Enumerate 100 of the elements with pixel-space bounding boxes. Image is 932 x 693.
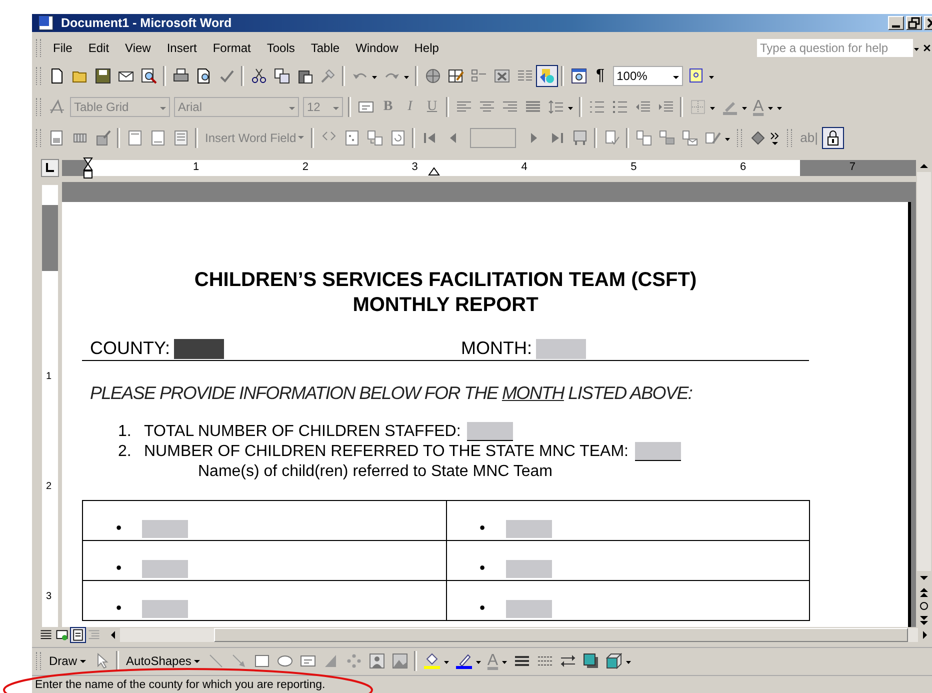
bullet: • — [115, 520, 123, 538]
list-icon[interactable] — [172, 130, 188, 146]
minimize-icon — [892, 24, 900, 28]
page-icon[interactable] — [344, 130, 360, 146]
print-layout-icon — [71, 628, 85, 642]
form-field[interactable] — [506, 560, 552, 578]
zoom-dropdown[interactable]: 100% — [612, 66, 683, 86]
autoshapes-menu-button[interactable]: AutoShapes — [126, 654, 200, 668]
spreadsheet-icon[interactable] — [494, 68, 510, 84]
menu-item[interactable]: Insert — [158, 40, 205, 55]
header-icon[interactable] — [126, 130, 142, 146]
clipboard-icon[interactable] — [296, 68, 312, 84]
form-field[interactable] — [506, 520, 552, 538]
find-record-icon[interactable] — [572, 130, 588, 146]
fill-color-icon[interactable] — [424, 653, 440, 670]
form-pencil-icon[interactable] — [94, 130, 110, 146]
drawing-toggle-button[interactable] — [536, 65, 558, 88]
caret-icon — [194, 660, 200, 663]
form-document-icon[interactable] — [48, 130, 64, 146]
shadow-icon[interactable] — [582, 653, 599, 670]
table-pencil-icon[interactable] — [448, 68, 464, 84]
ellipse-icon[interactable] — [276, 653, 293, 670]
cube-icon[interactable] — [606, 653, 622, 670]
overflow-icon[interactable] — [769, 130, 782, 146]
text-box-icon[interactable] — [300, 653, 316, 670]
shapes-icon — [539, 68, 555, 84]
numbered-list-icon[interactable] — [588, 99, 604, 116]
ruler-number: 4 — [521, 160, 528, 173]
merge-envelope-icon[interactable] — [682, 130, 698, 146]
rectangle-icon[interactable] — [254, 653, 270, 670]
picture-icon[interactable] — [392, 653, 408, 670]
draw-menu-button[interactable]: Draw — [49, 654, 86, 668]
right-indent-marker-icon[interactable] — [428, 166, 440, 176]
web-view-icon — [55, 628, 69, 642]
save-icon[interactable] — [94, 68, 110, 84]
pilcrow-button[interactable]: ¶ — [596, 67, 605, 86]
arrow-style-icon[interactable] — [560, 653, 576, 670]
form-field[interactable] — [536, 338, 586, 359]
ruler-number: 2 — [46, 480, 52, 492]
instruction-text: PLEASE PROVIDE INFORMATION BELOW FOR THE MONTH LISTED ABOVE: — [89, 382, 694, 404]
merge-document-icon[interactable] — [636, 130, 652, 146]
diamond-icon[interactable] — [750, 130, 766, 146]
bulleted-list-icon[interactable] — [612, 99, 628, 116]
magnifier-icon[interactable] — [140, 68, 156, 84]
form-field[interactable] — [174, 338, 224, 359]
line-icon[interactable] — [208, 653, 224, 670]
ruler-number: 3 — [412, 160, 418, 173]
merge-printer-icon[interactable] — [658, 130, 675, 146]
help-search-field[interactable]: Type a question for help — [757, 38, 913, 57]
brush-icon[interactable] — [320, 68, 336, 84]
copy-icon[interactable] — [274, 68, 290, 84]
indent-marker-icon[interactable] — [83, 156, 93, 179]
form-field[interactable] — [634, 442, 680, 462]
form-field[interactable] — [506, 600, 552, 618]
tab-selector-icon[interactable] — [41, 158, 59, 177]
line-color-icon[interactable] — [456, 653, 472, 670]
menu-item[interactable]: View — [117, 40, 159, 55]
restore-button[interactable] — [906, 16, 922, 30]
form-field[interactable] — [466, 422, 513, 442]
outline-view-icon — [87, 628, 101, 642]
menu-item[interactable]: File — [45, 40, 80, 55]
footer-icon[interactable] — [150, 130, 166, 146]
form-field[interactable] — [142, 520, 188, 538]
menu-item[interactable]: Table — [302, 40, 348, 55]
help-icon[interactable] — [688, 68, 704, 84]
menu-item[interactable]: Window — [348, 40, 406, 55]
bullet: • — [478, 560, 486, 578]
close-icon[interactable] — [922, 42, 932, 53]
pages-icon[interactable] — [366, 130, 383, 146]
list-number: 1. — [118, 422, 132, 442]
menu-item[interactable]: Help — [406, 40, 447, 55]
view-button[interactable] — [70, 626, 86, 643]
note-text: Name(s) of child(ren) referred to State MNC Team — [197, 462, 554, 482]
protect-form-button[interactable] — [822, 126, 844, 149]
globe-icon[interactable] — [424, 68, 440, 84]
list-number: 2. — [118, 442, 132, 462]
scissors-icon[interactable] — [250, 68, 266, 84]
menu-item[interactable]: Edit — [80, 40, 118, 55]
print-preview-icon[interactable] — [196, 68, 212, 84]
styles-icon[interactable] — [48, 99, 64, 116]
ruler-margin-shade — [42, 204, 58, 271]
clip-art-icon[interactable] — [368, 653, 385, 670]
refresh-icon[interactable] — [390, 130, 406, 146]
record-field[interactable] — [470, 128, 516, 148]
text-box-icon[interactable] — [358, 99, 374, 116]
form-field[interactable] — [142, 560, 188, 578]
table-icon[interactable] — [470, 68, 486, 84]
arrow-icon[interactable] — [230, 653, 247, 670]
minimize-button[interactable] — [888, 16, 904, 30]
bullet: • — [478, 600, 486, 618]
printer-icon[interactable] — [172, 68, 188, 84]
lock-icon — [825, 130, 841, 146]
menu-item[interactable]: Format — [204, 40, 259, 55]
menu-item[interactable]: Tools — [258, 40, 303, 55]
ruler-number: 3 — [46, 590, 52, 602]
check-errors-icon[interactable] — [604, 130, 620, 146]
checkmark-icon[interactable] — [218, 68, 234, 84]
new-document-icon[interactable] — [48, 68, 64, 84]
document-map-icon[interactable] — [570, 68, 586, 84]
form-field[interactable] — [142, 600, 188, 618]
